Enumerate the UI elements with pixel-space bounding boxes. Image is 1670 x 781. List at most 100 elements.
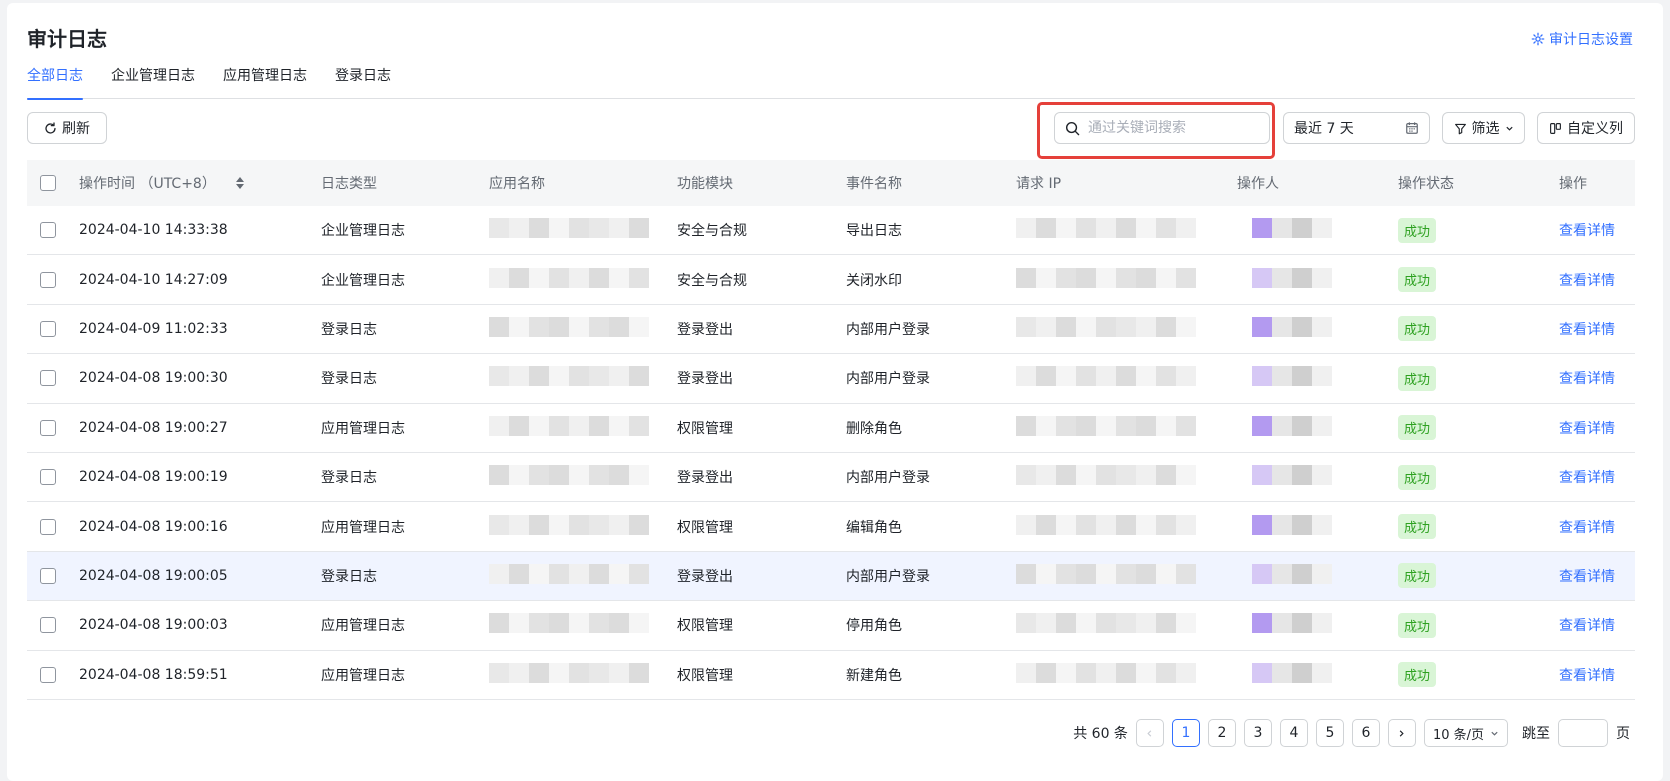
view-details-link[interactable]: 查看详情 [1559,665,1635,685]
page-1[interactable]: 1 [1171,719,1200,747]
cell-event: 内部用户登录 [846,371,930,388]
row-checkbox-cell [27,666,79,683]
custom-columns-button[interactable]: 自定义列 [1537,112,1635,144]
page-title: 审计日志 [27,27,107,51]
audit-log-settings-link[interactable]: 审计日志设置 [1531,29,1633,49]
row-checkbox-cell [27,518,79,535]
tab-all-logs[interactable]: 全部日志 [27,63,83,100]
cell-module: 权限管理 [677,420,733,437]
table-row[interactable]: 2024-04-09 11:02:33 登录日志 登录登出 内部用户登录 成功 查看详情 [27,305,1635,355]
filter-button[interactable]: 筛选 [1442,112,1525,144]
cell-event: 关闭水印 [846,272,902,289]
row-checkbox[interactable] [40,567,56,584]
page-6[interactable]: 6 [1351,719,1380,747]
prev-page-button[interactable] [1135,719,1164,747]
row-checkbox[interactable] [40,271,56,288]
table-row[interactable]: 2024-04-08 18:59:51 应用管理日志 权限管理 新建角色 成功 查看详情 [27,651,1635,700]
cell-ip-redacted [1016,316,1237,341]
search-box[interactable] [1054,112,1270,144]
row-checkbox[interactable] [40,370,56,387]
tab-app-logs[interactable]: 应用管理日志 [223,63,307,99]
table-row[interactable]: 2024-04-08 19:00:05 登录日志 登录登出 内部用户登录 成功 查看详情 [27,551,1635,602]
tab-enterprise-logs[interactable]: 企业管理日志 [111,63,195,99]
select-all-checkbox[interactable] [40,175,56,191]
row-checkbox-cell [27,567,79,584]
status-badge: 成功 [1398,612,1437,638]
custom-columns-label: 自定义列 [1567,121,1623,137]
cell-type: 应用管理日志 [321,618,405,635]
jump-page-input[interactable] [1558,719,1608,747]
row-checkbox[interactable] [40,617,56,634]
cell-status: 成功 [1398,316,1559,342]
cell-module: 登录登出 [677,470,733,487]
cell-ip-redacted [1016,613,1237,637]
row-checkbox[interactable] [40,666,56,683]
chevron-right-icon [1400,729,1405,737]
refresh-button[interactable]: 刷新 [27,112,107,144]
view-details-link[interactable]: 查看详情 [1559,418,1635,438]
row-checkbox[interactable] [40,518,56,535]
table-row[interactable]: 2024-04-08 19:00:19 登录日志 登录登出 内部用户登录 成功 查看详情 [27,453,1635,503]
row-checkbox-cell [27,617,79,634]
row-checkbox[interactable] [40,222,56,239]
cell-type: 登录日志 [321,568,377,585]
status-badge: 成功 [1398,563,1437,589]
cell-ip-redacted [1016,563,1237,588]
page-suffix: 页 [1616,726,1630,742]
tab-login-logs[interactable]: 登录日志 [335,63,391,99]
redacted-app-name [489,563,649,584]
cell-event: 内部用户登录 [846,321,930,338]
header-status: 操作状态 [1398,176,1454,192]
search-input[interactable] [1088,120,1258,136]
cell-operator-redacted [1237,465,1398,489]
row-checkbox-cell [27,222,79,239]
table-row[interactable]: 2024-04-08 19:00:16 应用管理日志 权限管理 编辑角色 成功 查看详情 [27,502,1635,552]
redacted-operator [1252,415,1332,436]
table-row[interactable]: 2024-04-08 19:00:30 登录日志 登录登出 内部用户登录 成功 查看详情 [27,354,1635,404]
refresh-label: 刷新 [62,121,90,137]
view-details-link[interactable]: 查看详情 [1559,319,1635,339]
view-details-link[interactable]: 查看详情 [1559,566,1635,586]
row-checkbox-cell [27,320,79,337]
table-row[interactable]: 2024-04-10 14:33:38 企业管理日志 安全与合规 导出日志 成功 查看详情 [27,206,1635,256]
view-details-link[interactable]: 查看详情 [1559,517,1635,537]
next-page-button[interactable] [1387,719,1416,747]
page-5[interactable]: 5 [1315,719,1344,747]
header-time[interactable]: 操作时间 （UTC+8） [79,173,321,193]
view-details-link[interactable]: 查看详情 [1559,270,1635,290]
redacted-operator [1252,267,1332,288]
table-row[interactable]: 2024-04-08 19:00:27 应用管理日志 权限管理 删除角色 成功 查看详情 [27,404,1635,453]
date-range-picker[interactable]: 最近 7 天 [1283,112,1430,144]
sort-icon[interactable] [235,177,244,189]
row-checkbox[interactable] [40,469,56,486]
page-2[interactable]: 2 [1207,719,1236,747]
redacted-ip [1016,613,1196,634]
page-size-select[interactable]: 10 条/页 [1423,719,1508,747]
table-row[interactable]: 2024-04-08 19:00:03 应用管理日志 权限管理 停用角色 成功 查看详情 [27,601,1635,651]
cell-ip-redacted [1016,662,1237,687]
redacted-app-name [489,465,649,486]
redacted-app-name [489,662,649,683]
row-checkbox[interactable] [40,419,56,436]
page-4[interactable]: 4 [1279,719,1308,747]
page-3[interactable]: 3 [1243,719,1272,747]
cell-event: 编辑角色 [846,519,902,536]
view-details-link[interactable]: 查看详情 [1559,368,1635,388]
cell-app-redacted [489,662,677,687]
view-details-link[interactable]: 查看详情 [1559,467,1635,487]
filter-label: 筛选 [1471,121,1500,137]
calendar-icon [1406,122,1418,134]
redacted-operator [1252,316,1332,337]
cell-type: 应用管理日志 [321,420,405,437]
view-details-link[interactable]: 查看详情 [1559,220,1635,240]
cell-module: 安全与合规 [677,272,747,289]
row-checkbox[interactable] [40,320,56,337]
cell-type: 登录日志 [321,470,377,487]
view-details-link[interactable]: 查看详情 [1559,615,1635,635]
cell-app-redacted [489,267,677,292]
redacted-operator [1252,366,1332,387]
refresh-icon [45,121,56,134]
cell-type: 应用管理日志 [321,519,405,536]
header-type: 日志类型 [321,176,377,192]
table-row[interactable]: 2024-04-10 14:27:09 企业管理日志 安全与合规 关闭水印 成功 查看详情 [27,255,1635,305]
